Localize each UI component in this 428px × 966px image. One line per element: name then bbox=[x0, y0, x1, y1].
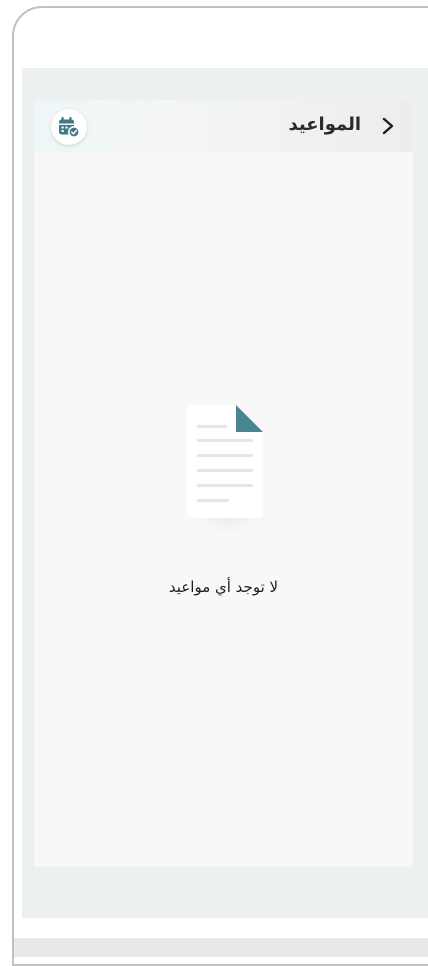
document-icon bbox=[183, 405, 273, 538]
empty-state-illustration bbox=[178, 398, 278, 540]
calendar-check-icon bbox=[59, 117, 80, 138]
empty-state-message: لا توجد أي مواعيد bbox=[168, 578, 279, 596]
device-bottom-bar bbox=[12, 938, 428, 957]
back-button[interactable] bbox=[375, 113, 401, 139]
chevron-right-icon bbox=[382, 117, 394, 135]
appointments-header: المواعيد bbox=[34, 100, 413, 152]
page-title: المواعيد bbox=[288, 114, 362, 135]
calendar-button[interactable] bbox=[51, 109, 87, 145]
